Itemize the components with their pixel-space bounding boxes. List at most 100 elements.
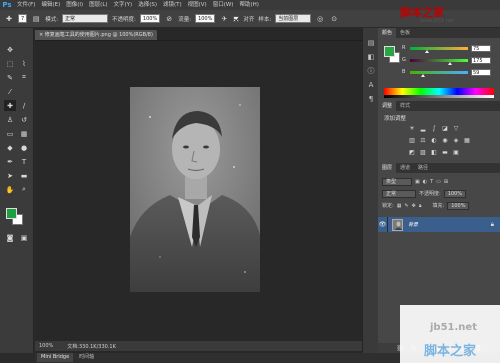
gradient-map-icon[interactable]: ▬ (441, 149, 449, 156)
vibrance-icon[interactable]: ▽ (452, 125, 460, 132)
red-value-input[interactable]: 75 (471, 44, 491, 52)
menu-type[interactable]: 文字(Y) (111, 0, 136, 10)
layer-row-background[interactable]: 👁︎ 背景 🔒︎ (378, 217, 500, 232)
red-slider-thumb[interactable] (424, 49, 429, 53)
lock-transparent-icon[interactable]: ▦ (397, 203, 402, 209)
hand-tool-icon[interactable]: ✋ (4, 184, 16, 195)
color-lookup-icon[interactable]: ▦ (463, 137, 471, 144)
brightness-contrast-icon[interactable]: ☀ (408, 125, 416, 132)
levels-icon[interactable]: ▂ (419, 125, 427, 132)
dodge-tool-icon[interactable]: ● (18, 142, 30, 153)
threshold-icon[interactable]: ◧ (430, 149, 438, 156)
filter-adjust-icon[interactable]: ◐ (423, 179, 427, 185)
photo-filter-icon[interactable]: ◉ (441, 137, 449, 144)
color-spectrum-bar[interactable] (384, 88, 494, 95)
menu-select[interactable]: 选择(S) (135, 0, 160, 10)
curves-icon[interactable]: ∫ (430, 125, 438, 132)
quick-mask-icon[interactable]: ◙ (4, 232, 16, 243)
invert-icon[interactable]: ◩ (408, 149, 416, 156)
quick-select-tool-icon[interactable]: ✎ (4, 72, 16, 83)
opacity-input[interactable]: 100% (139, 14, 161, 23)
healing-brush-tool-icon[interactable]: ✚ (4, 100, 16, 111)
menu-image[interactable]: 图像(I) (63, 0, 86, 10)
menu-view[interactable]: 视图(V) (185, 0, 210, 10)
zoom-level[interactable]: 100% (39, 343, 53, 349)
zoom-tool-icon[interactable]: ⌕ (18, 184, 30, 195)
brush-size-picker[interactable]: 7 (18, 14, 28, 23)
path-select-tool-icon[interactable]: ➤ (4, 170, 16, 181)
move-tool-icon[interactable]: ✥ (4, 44, 16, 55)
canvas-photo[interactable] (130, 87, 260, 292)
sample-select[interactable]: 当前图层 (275, 14, 312, 23)
pressure-opacity-icon[interactable]: ⊘ (164, 14, 174, 24)
menu-window[interactable]: 窗口(W) (210, 0, 237, 10)
tab-swatches[interactable]: 色板 (396, 28, 414, 38)
screen-mode-icon[interactable]: ▣ (18, 232, 30, 243)
fill-input[interactable]: 100% (447, 201, 470, 210)
history-panel-icon[interactable]: ▤ (366, 38, 376, 48)
marquee-tool-icon[interactable]: ⬚ (4, 58, 16, 69)
properties-panel-icon[interactable]: ◧ (366, 52, 376, 62)
layer-kind-filter[interactable]: 类型 (382, 177, 412, 186)
crop-tool-icon[interactable]: ⌗ (18, 72, 30, 83)
history-brush-tool-icon[interactable]: ↺ (18, 114, 30, 125)
clone-stamp-tool-icon[interactable]: ♙ (4, 114, 16, 125)
color-balance-icon[interactable]: ⚖ (419, 137, 427, 144)
menu-layer[interactable]: 图层(L) (86, 0, 110, 10)
menu-edit[interactable]: 编辑(E) (38, 0, 63, 10)
shape-tool-icon[interactable]: ▬ (18, 170, 30, 181)
green-value-input[interactable]: 175 (471, 56, 491, 64)
blue-slider-thumb[interactable] (421, 73, 426, 77)
eyedropper-tool-icon[interactable]: ⁄ (4, 86, 16, 97)
hue-saturation-icon[interactable]: ▥ (408, 137, 416, 144)
posterize-icon[interactable]: ▨ (419, 149, 427, 156)
character-panel-icon[interactable]: A (366, 80, 376, 90)
green-slider[interactable] (410, 58, 468, 65)
tab-color[interactable]: 颜色 (378, 28, 397, 38)
menu-filter[interactable]: 滤镜(T) (160, 0, 185, 10)
aligned-checkbox[interactable] (233, 15, 240, 22)
layer-opacity-input[interactable]: 100% (443, 189, 466, 198)
pressure-size-icon[interactable]: ⊙ (329, 14, 339, 24)
paragraph-panel-icon[interactable]: ¶ (366, 94, 376, 104)
document-tab[interactable]: × 修复画笔工具的使用图片.png @ 100%(RGB/8) (35, 30, 157, 40)
tab-timeline[interactable]: 时间轴 (75, 353, 98, 362)
lasso-tool-icon[interactable]: ⌇ (18, 58, 30, 69)
blue-value-input[interactable]: 59 (471, 68, 491, 76)
foreground-color-swatch[interactable] (6, 208, 17, 219)
brush-panel-icon[interactable]: ▤ (31, 14, 41, 24)
grayscale-ramp[interactable] (384, 95, 494, 98)
brush-tool-icon[interactable]: ∕ (18, 100, 30, 111)
selective-color-icon[interactable]: ▣ (452, 149, 460, 156)
exposure-icon[interactable]: ◪ (441, 125, 449, 132)
lock-paint-icon[interactable]: ✎ (404, 203, 408, 209)
menu-help[interactable]: 帮助(H) (236, 0, 261, 10)
blend-mode-select[interactable]: 正常 (382, 189, 416, 198)
airbrush-icon[interactable]: ✈ (219, 14, 229, 24)
healing-brush-tool-icon[interactable]: ✚ (4, 14, 14, 24)
green-slider-thumb[interactable] (448, 61, 453, 65)
flow-input[interactable]: 100% (195, 14, 216, 23)
channel-mixer-icon[interactable]: ◈ (452, 137, 460, 144)
filter-shape-icon[interactable]: ▭ (436, 179, 441, 185)
color-panel-foreground-swatch[interactable] (384, 46, 395, 57)
type-tool-icon[interactable]: T (18, 156, 30, 167)
info-panel-icon[interactable]: ⓘ (366, 66, 376, 76)
mode-select[interactable]: 正常 (62, 14, 109, 23)
eraser-tool-icon[interactable]: ▭ (4, 128, 16, 139)
lock-move-icon[interactable]: ✥ (412, 203, 416, 209)
ignore-adjustment-icon[interactable]: ◎ (315, 14, 325, 24)
black-white-icon[interactable]: ◐ (430, 137, 438, 144)
lock-all-icon[interactable]: 🔒︎ (419, 203, 422, 209)
gradient-tool-icon[interactable]: ▦ (18, 128, 30, 139)
filter-pixel-icon[interactable]: ▣ (415, 179, 420, 185)
blue-slider[interactable] (410, 70, 468, 77)
layer-name[interactable]: 背景 (408, 221, 418, 228)
red-slider[interactable] (410, 46, 468, 53)
pen-tool-icon[interactable]: ✒ (4, 156, 16, 167)
filter-type-icon[interactable]: T (430, 179, 433, 185)
menu-file[interactable]: 文件(F) (14, 0, 38, 10)
filter-smart-icon[interactable]: ⊞ (444, 179, 448, 185)
blur-tool-icon[interactable]: ◆ (4, 142, 16, 153)
eye-icon[interactable]: 👁︎ (378, 217, 388, 232)
